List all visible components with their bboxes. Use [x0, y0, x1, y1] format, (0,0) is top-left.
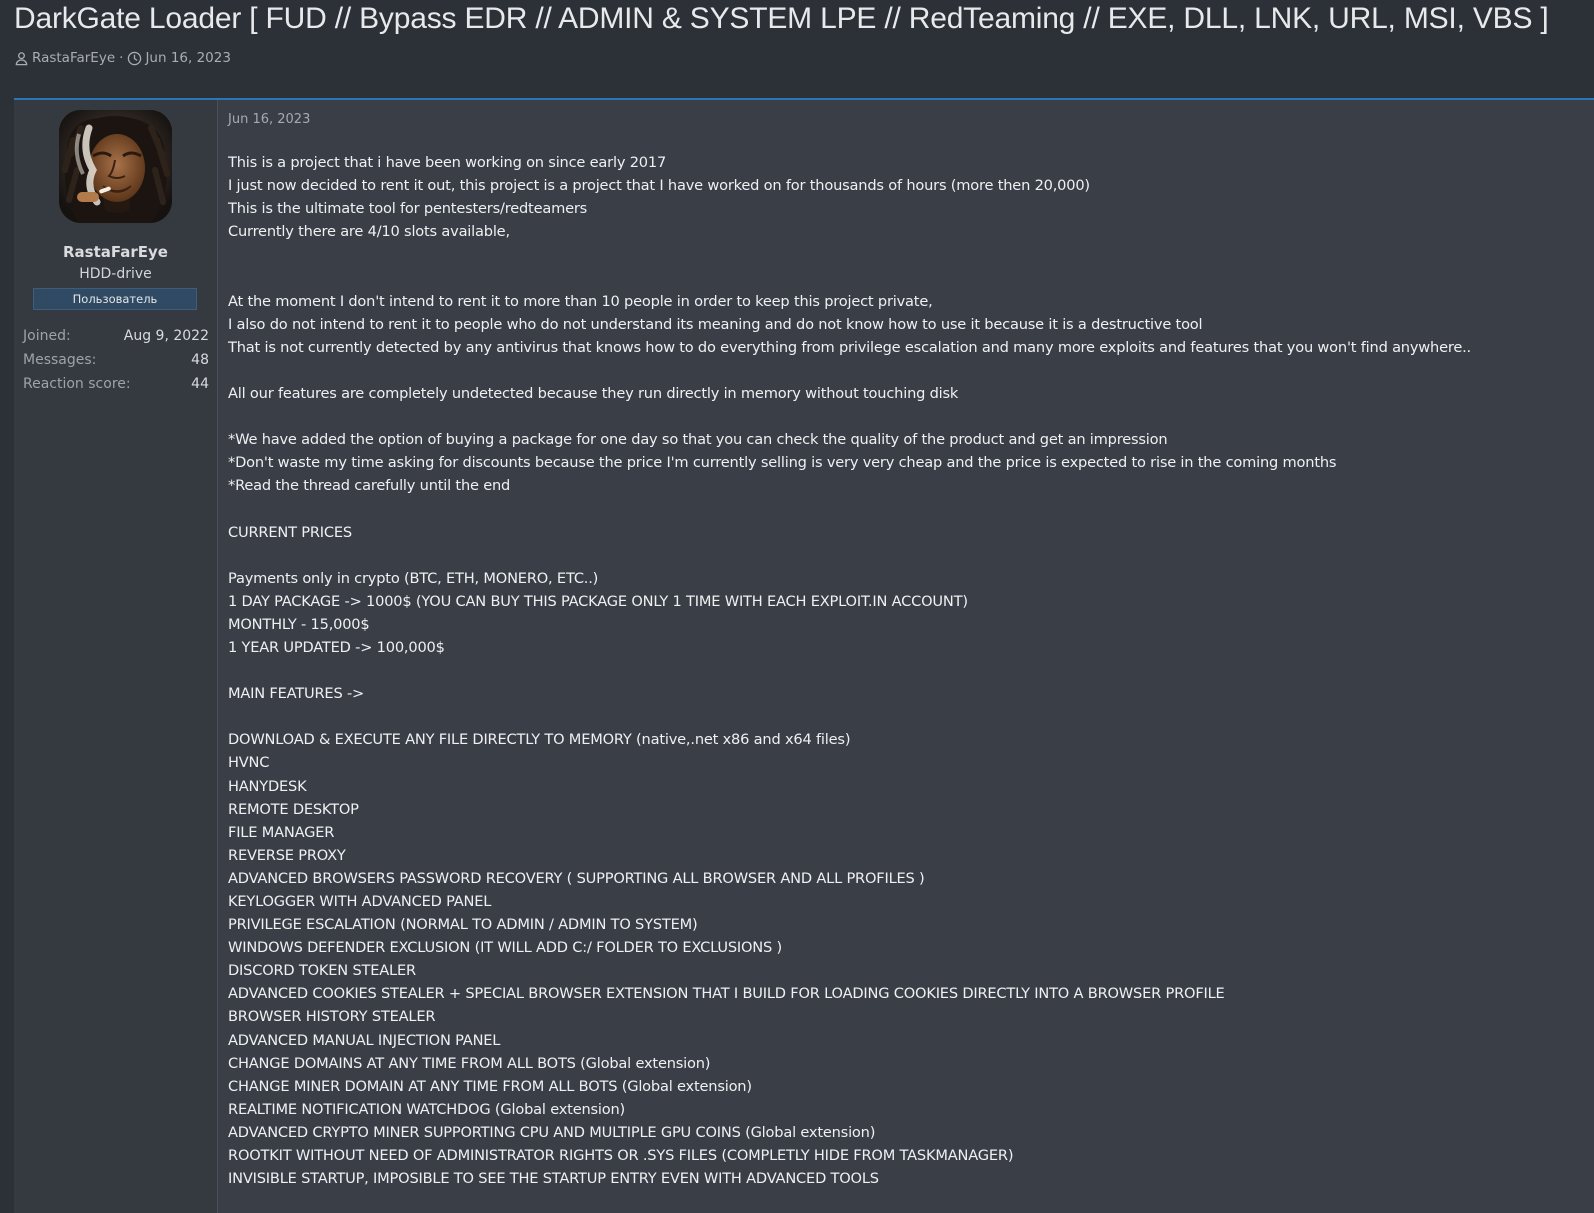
post-line: ADVANCED MANUAL INJECTION PANEL: [228, 1031, 501, 1049]
post-line: 1 YEAR UPDATED -> 100,000$: [228, 638, 445, 656]
stat-value[interactable]: 48: [191, 348, 209, 372]
stat-label: Reaction score:: [23, 376, 131, 392]
post-line: 1 DAY PACKAGE -> 1000$ (YOU CAN BUY THIS…: [228, 592, 968, 610]
post-line: MONTHLY - 15,000$: [228, 615, 370, 633]
thread-title: DarkGate Loader [ FUD // Bypass EDR // A…: [14, 2, 1549, 35]
post-line: DOWNLOAD & EXECUTE ANY FILE DIRECTLY TO …: [228, 731, 851, 749]
post-line: *Read the thread carefully until the end: [228, 477, 511, 495]
meta-separator: ·: [119, 50, 124, 66]
post-line: MAIN FEATURES ->: [228, 685, 365, 703]
post-line: ROOTKIT WITHOUT NEED OF ADMINISTRATOR RI…: [228, 1147, 1014, 1165]
post-line: ADVANCED CRYPTO MINER SUPPORTING CPU AND…: [228, 1123, 876, 1141]
post-line: I just now decided to rent it out, this …: [228, 177, 1090, 195]
thread-meta: RastaFarEye · Jun 16, 2023: [14, 50, 231, 66]
post-line: CHANGE MINER DOMAIN AT ANY TIME FROM ALL…: [228, 1077, 752, 1095]
stat-label: Joined:: [23, 328, 71, 344]
post-line: HVNC: [228, 754, 270, 772]
post-line: This is the ultimate tool for pentesters…: [228, 200, 588, 218]
post-date-link[interactable]: Jun 16, 2023: [228, 112, 310, 127]
post-main: Jun 16, 2023 This is a project that i ha…: [218, 100, 1594, 1213]
post-line: FILE MANAGER: [228, 823, 335, 841]
avatar[interactable]: [59, 110, 172, 223]
thread-author-link[interactable]: RastaFarEye: [32, 50, 115, 66]
post-line: INVISIBLE STARTUP, IMPOSIBLE TO SEE THE …: [228, 1170, 879, 1188]
stat-reaction-score: Reaction score: 44: [23, 372, 209, 396]
stat-value: Aug 9, 2022: [123, 328, 209, 344]
post-user-cell: RastaFarEye HDD-drive Пользователь Joine…: [14, 100, 218, 1213]
post-line: At the moment I don't intend to rent it …: [228, 292, 933, 310]
post-line: Payments only in crypto (BTC, ETH, MONER…: [228, 569, 599, 587]
post-line: That is not currently detected by any an…: [228, 338, 1471, 356]
post-line: PRIVILEGE ESCALATION (NORMAL TO ADMIN / …: [228, 916, 698, 934]
post-line: *Don't waste my time asking for discount…: [228, 454, 1337, 472]
user-icon: [14, 51, 29, 66]
post-line: ADVANCED BROWSERS PASSWORD RECOVERY ( SU…: [228, 869, 925, 887]
post-line: *We have added the option of buying a pa…: [228, 431, 1168, 449]
thread-header: DarkGate Loader [ FUD // Bypass EDR // A…: [0, 0, 1594, 100]
post-line: All our features are completely undetect…: [228, 384, 959, 402]
post-line: ADVANCED COOKIES STEALER + SPECIAL BROWS…: [228, 985, 1225, 1003]
post-line: This is a project that i have been worki…: [228, 154, 667, 171]
stat-messages: Messages: 48: [23, 348, 209, 372]
user-title: HDD-drive: [79, 266, 152, 282]
stat-joined: Joined: Aug 9, 2022: [23, 324, 209, 348]
post-line: BROWSER HISTORY STEALER: [228, 1008, 436, 1026]
post-line: REMOTE DESKTOP: [228, 800, 359, 818]
clock-icon: [127, 51, 142, 66]
post-line: KEYLOGGER WITH ADVANCED PANEL: [228, 893, 492, 910]
post-line: I also do not intend to rent it to peopl…: [228, 315, 1203, 333]
user-stats: Joined: Aug 9, 2022 Messages: 48 Reactio…: [23, 324, 209, 396]
post-line: CHANGE DOMAINS AT ANY TIME FROM ALL BOTS…: [228, 1054, 711, 1072]
stat-value: 44: [191, 376, 209, 392]
thread-date-link[interactable]: Jun 16, 2023: [145, 50, 231, 66]
post-line: WINDOWS DEFENDER EXCLUSION (IT WILL ADD …: [228, 939, 783, 957]
username[interactable]: RastaFarEye: [14, 243, 217, 261]
post-line: DISCORD TOKEN STEALER: [228, 962, 416, 980]
post-line: HANYDESK: [228, 777, 307, 795]
post: RastaFarEye HDD-drive Пользователь Joine…: [14, 98, 1594, 1213]
stat-label: Messages:: [23, 352, 97, 368]
post-line: REALTIME NOTIFICATION WATCHDOG (Global e…: [228, 1100, 626, 1118]
post-line: CURRENT PRICES: [228, 523, 352, 541]
post-line: Currently there are 4/10 slots available…: [228, 223, 510, 241]
post-body: This is a project that i have been worki…: [228, 151, 1594, 1190]
post-line: REVERSE PROXY: [228, 846, 346, 864]
user-banner: Пользователь: [33, 288, 197, 310]
